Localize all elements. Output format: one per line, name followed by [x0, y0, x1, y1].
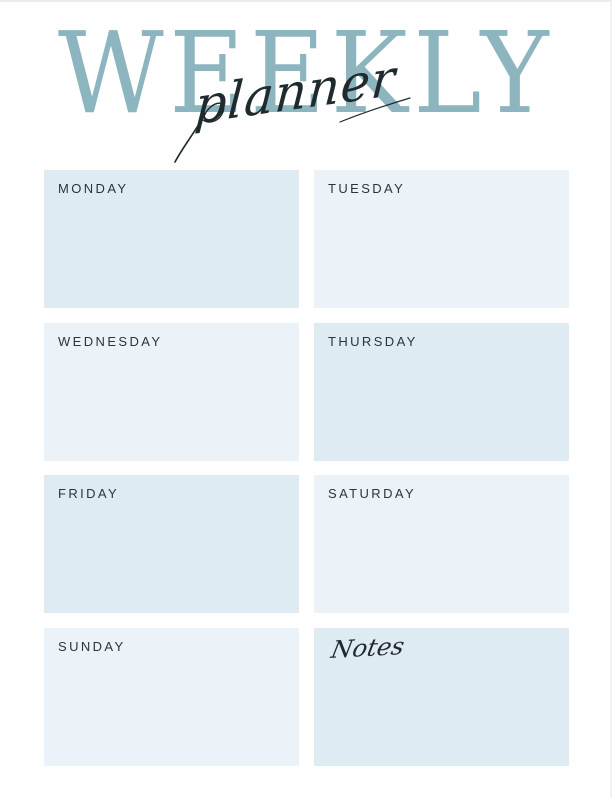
day-box-saturday[interactable]: SATURDAY: [314, 475, 569, 613]
day-label-tuesday: TUESDAY: [328, 181, 406, 196]
day-box-friday[interactable]: FRIDAY: [44, 475, 299, 613]
day-box-tuesday[interactable]: TUESDAY: [314, 170, 569, 308]
day-label-thursday: THURSDAY: [328, 334, 418, 349]
day-label-monday: MONDAY: [58, 181, 129, 196]
day-label-sunday: SUNDAY: [58, 639, 126, 654]
day-label-friday: FRIDAY: [58, 486, 120, 501]
day-label-saturday: SATURDAY: [328, 486, 417, 501]
notes-label: Notes: [328, 632, 407, 664]
weekly-planner-page: WEEKLY planner MONDAY TUESDAY WEDNESDAY …: [0, 0, 612, 798]
day-box-monday[interactable]: MONDAY: [44, 170, 299, 308]
planner-header: WEEKLY planner: [0, 0, 612, 165]
day-box-sunday[interactable]: SUNDAY: [44, 628, 299, 766]
day-box-thursday[interactable]: THURSDAY: [314, 323, 569, 461]
notes-box[interactable]: Notes: [314, 628, 569, 766]
day-label-wednesday: WEDNESDAY: [58, 334, 163, 349]
day-box-wednesday[interactable]: WEDNESDAY: [44, 323, 299, 461]
